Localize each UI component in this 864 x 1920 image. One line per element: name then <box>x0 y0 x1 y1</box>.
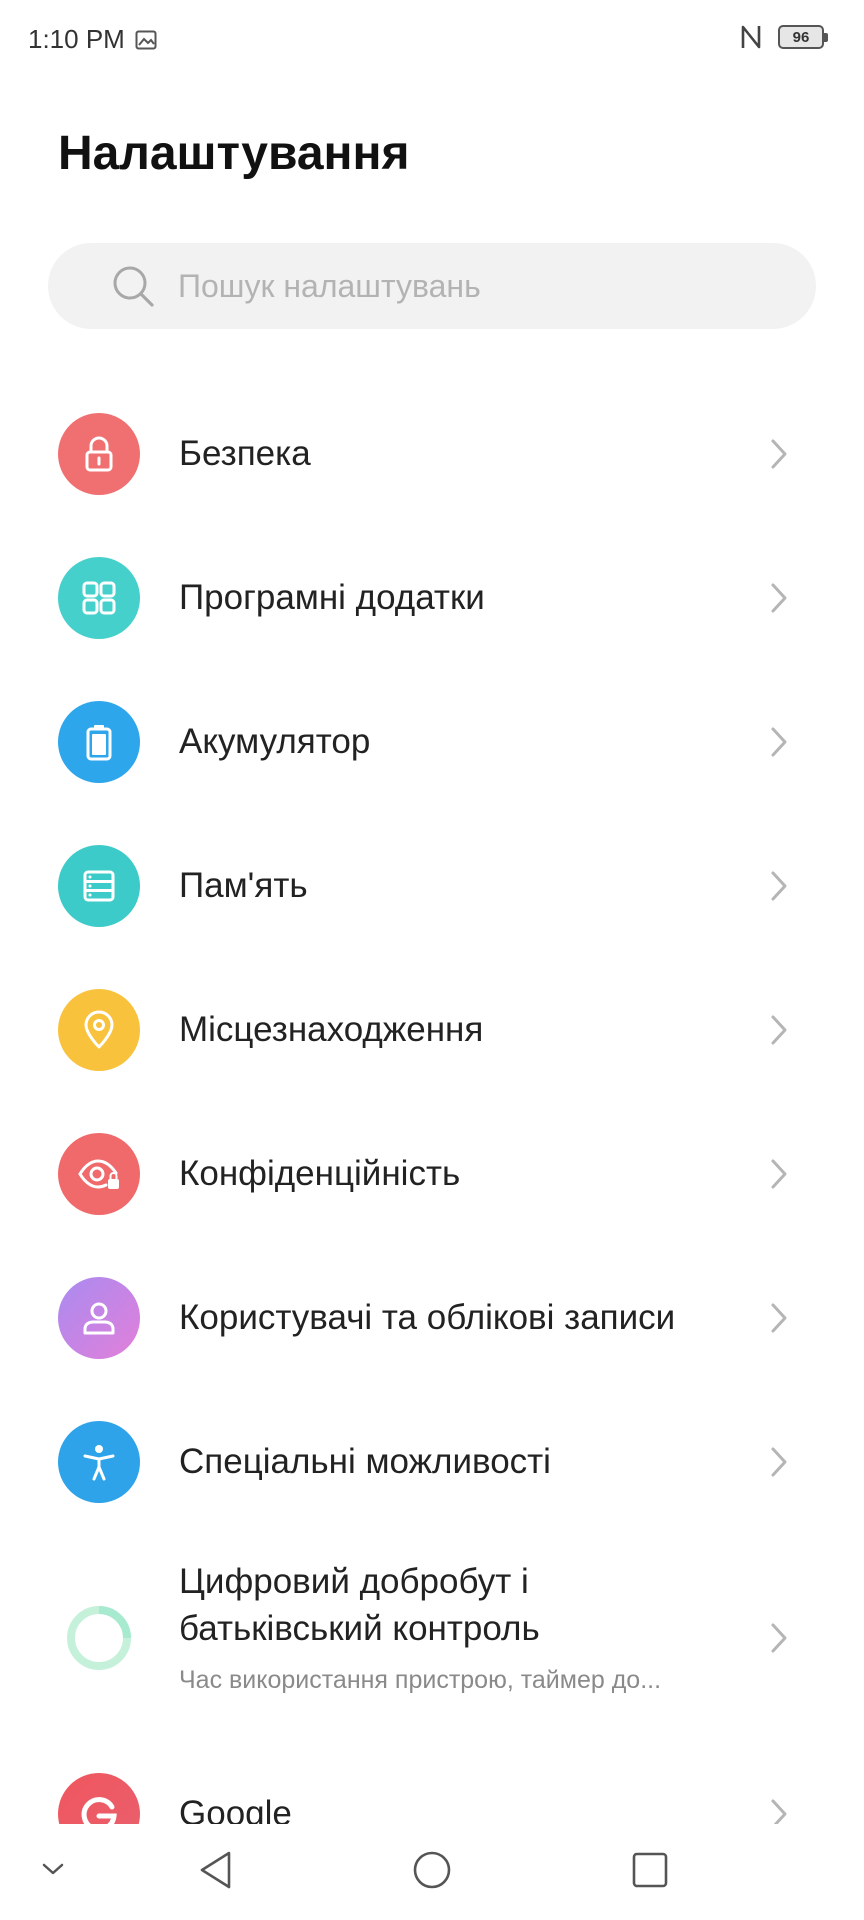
settings-item-battery[interactable]: Акумулятор <box>0 670 864 814</box>
settings-item-label: Пам'ять <box>179 866 308 905</box>
settings-item-label-line1: Цифровий добробут і <box>179 1562 529 1601</box>
chevron-right-icon <box>771 1015 787 1045</box>
settings-item-digital-wellbeing[interactable]: Цифровий добробут і батьківський контрол… <box>0 1534 864 1742</box>
nfc-icon <box>741 25 761 49</box>
settings-item-storage[interactable]: Пам'ять <box>0 814 864 958</box>
battery-indicator: 96 <box>778 25 828 49</box>
settings-item-location[interactable]: Місцезнаходження <box>0 958 864 1102</box>
search-bar[interactable] <box>48 243 816 329</box>
status-time: 1:10 PM <box>28 24 125 54</box>
chevron-right-icon <box>771 1159 787 1189</box>
lock-icon <box>58 413 140 495</box>
settings-item-label-line2: батьківський контроль <box>179 1609 540 1648</box>
accessibility-icon <box>58 1421 140 1503</box>
chevron-right-icon <box>771 1623 787 1653</box>
chevron-right-icon <box>771 727 787 757</box>
chevron-down-icon[interactable] <box>40 1860 66 1878</box>
status-bar: 1:10 PM 96 <box>0 0 864 80</box>
privacy-eye-icon <box>58 1133 140 1215</box>
settings-item-label: Конфіденційність <box>179 1154 461 1193</box>
digital-wellbeing-icon <box>58 1597 140 1679</box>
settings-item-label: Спеціальні можливості <box>179 1442 551 1481</box>
chevron-right-icon <box>771 439 787 469</box>
battery-icon <box>58 701 140 783</box>
navigation-bar <box>0 1824 864 1920</box>
chevron-right-icon <box>771 583 787 613</box>
settings-list: Безпека Програмні додатки Акумулятор Пам… <box>0 382 864 1886</box>
recents-icon[interactable] <box>628 1848 672 1892</box>
settings-item-label: Акумулятор <box>179 722 371 761</box>
settings-item-apps[interactable]: Програмні додатки <box>0 526 864 670</box>
status-time-group: 1:10 PM <box>28 24 157 55</box>
settings-item-label: Безпека <box>179 434 311 473</box>
settings-item-security[interactable]: Безпека <box>0 382 864 526</box>
home-icon[interactable] <box>410 1848 454 1892</box>
image-icon <box>135 30 157 49</box>
location-pin-icon <box>58 989 140 1071</box>
storage-icon <box>58 845 140 927</box>
back-icon[interactable] <box>196 1848 236 1892</box>
settings-item-users-accounts[interactable]: Користувачі та облікові записи <box>0 1246 864 1390</box>
settings-item-label-group: Цифровий добробут і батьківський контрол… <box>179 1558 661 1700</box>
settings-item-accessibility[interactable]: Спеціальні можливості <box>0 1390 864 1534</box>
settings-item-label: Місцезнаходження <box>179 1010 484 1049</box>
battery-level: 96 <box>792 28 810 46</box>
chevron-right-icon <box>771 1303 787 1333</box>
settings-item-label: Програмні додатки <box>179 578 485 617</box>
chevron-right-icon <box>771 1447 787 1477</box>
search-icon <box>113 266 154 307</box>
status-indicators: 96 <box>740 24 828 50</box>
user-icon <box>58 1277 140 1359</box>
search-input[interactable] <box>176 266 740 306</box>
settings-item-privacy[interactable]: Конфіденційність <box>0 1102 864 1246</box>
page-title: Налаштування <box>58 127 410 180</box>
chevron-right-icon <box>771 871 787 901</box>
settings-item-label: Користувачі та облікові записи <box>179 1298 676 1337</box>
apps-grid-icon <box>58 557 140 639</box>
settings-item-sublabel: Час використання пристрою, таймер до... <box>179 1666 662 1694</box>
